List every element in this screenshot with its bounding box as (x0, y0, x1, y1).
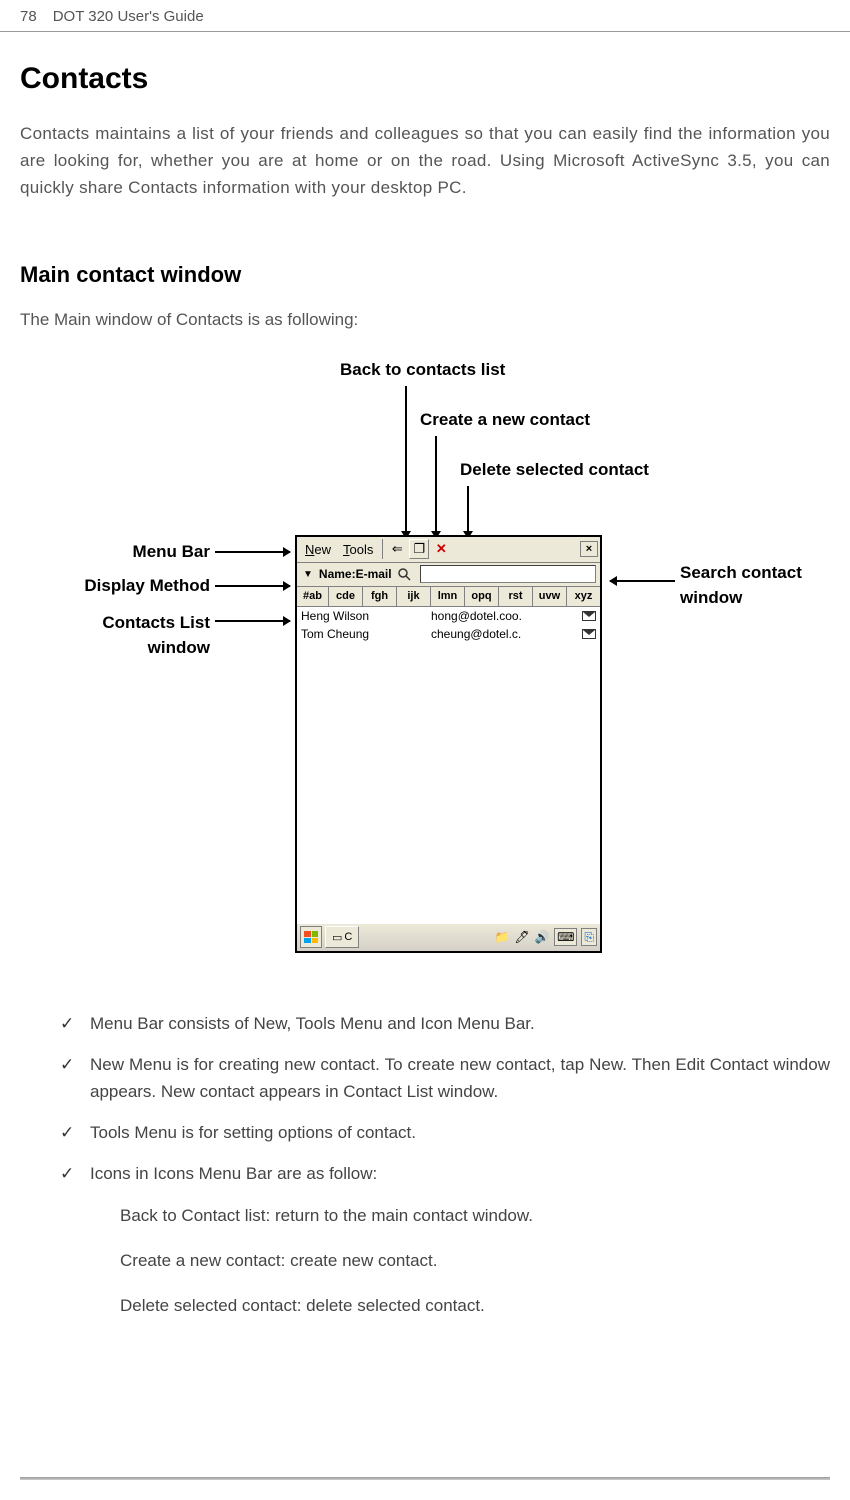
callout-display-method: Display Method (25, 576, 210, 596)
display-method-row: ▼ Name:E-mail (297, 563, 600, 587)
menu-bar: New Tools ⇐ ❐ ✕ × (297, 537, 600, 563)
section-title: Contacts (20, 62, 830, 96)
search-input[interactable] (420, 565, 596, 583)
contact-name: Heng Wilson (301, 609, 431, 623)
menu-new[interactable]: New (299, 540, 337, 559)
callout-search-window: Search contact window (680, 560, 840, 611)
display-method-label[interactable]: Name:E-mail (319, 567, 392, 581)
page-content: Contacts Contacts maintains a list of yo… (0, 32, 850, 1357)
contact-row[interactable]: Heng Wilson hong@dotel.coo. (297, 607, 600, 625)
contacts-list-window: Heng Wilson hong@dotel.coo. Tom Cheung c… (297, 607, 600, 923)
dropdown-arrow-icon[interactable]: ▼ (301, 569, 315, 580)
feature-list: Menu Bar consists of New, Tools Menu and… (20, 1010, 830, 1320)
start-button[interactable] (300, 926, 322, 948)
alpha-tab[interactable]: xyz (567, 587, 600, 606)
taskbar: ▭ C 📁 🖊 🔊 ⌨ ⎘ (297, 923, 600, 951)
app-icon: ▭ (332, 931, 342, 944)
arrow-search-window (610, 580, 675, 582)
arrow-delete-selected (467, 486, 469, 538)
sub-item: Back to Contact list: return to the main… (120, 1202, 830, 1229)
list-item: Tools Menu is for setting options of con… (60, 1119, 830, 1146)
taskbar-app-button[interactable]: ▭ C (325, 926, 359, 948)
alpha-tab[interactable]: #ab (297, 587, 329, 606)
section-intro: Contacts maintains a list of your friend… (20, 120, 830, 202)
alpha-tab[interactable]: ijk (397, 587, 431, 606)
contact-email: hong@dotel.coo. (431, 609, 582, 623)
contact-row[interactable]: Tom Cheung cheung@dotel.c. (297, 625, 600, 643)
footer-rule (20, 1477, 830, 1480)
mail-icon (582, 629, 596, 639)
taskbar-app-label: C (344, 931, 352, 943)
alpha-index-row: #ab cde fgh ijk lmn opq rst uvw xyz (297, 587, 600, 607)
close-button[interactable]: × (580, 541, 598, 557)
alpha-tab[interactable]: rst (499, 587, 533, 606)
arrow-create-new (435, 436, 437, 538)
guide-title: DOT 320 User's Guide (53, 8, 204, 25)
diagram: Back to contacts list Create a new conta… (20, 360, 830, 980)
tray-icon[interactable]: 📁 (494, 929, 510, 945)
alpha-tab[interactable]: cde (329, 587, 363, 606)
subsection-title: Main contact window (20, 262, 830, 288)
contact-name: Tom Cheung (301, 627, 431, 641)
sub-list: Back to Contact list: return to the main… (120, 1202, 830, 1320)
arrow-contacts-list (215, 620, 290, 622)
toolbar-separator (382, 539, 383, 559)
sub-item: Delete selected contact: delete selected… (120, 1292, 830, 1319)
search-icon[interactable] (396, 566, 412, 582)
contact-email: cheung@dotel.c. (431, 627, 582, 641)
list-item: Menu Bar consists of New, Tools Menu and… (60, 1010, 830, 1037)
alpha-tab[interactable]: opq (465, 587, 499, 606)
alpha-tab[interactable]: lmn (431, 587, 465, 606)
callout-create-new: Create a new contact (420, 410, 590, 430)
page-number: 78 (20, 8, 37, 25)
alpha-tab[interactable]: fgh (363, 587, 397, 606)
contacts-app-window: New Tools ⇐ ❐ ✕ × ▼ Name:E-mail #ab cde … (295, 535, 602, 953)
list-item-text: Icons in Icons Menu Bar are as follow: (90, 1164, 377, 1183)
delete-contact-button[interactable]: ✕ (431, 539, 451, 559)
callout-menu-bar: Menu Bar (80, 542, 210, 562)
tray-icon[interactable]: 🖊 (514, 929, 530, 945)
sub-item: Create a new contact: create new contact… (120, 1247, 830, 1274)
list-item: Icons in Icons Menu Bar are as follow: B… (60, 1160, 830, 1319)
callout-delete-selected: Delete selected contact (460, 460, 649, 480)
windows-flag-icon (304, 931, 318, 943)
page-header: 78 DOT 320 User's Guide (0, 0, 850, 32)
callout-contacts-list-window: Contacts List window (50, 610, 210, 661)
keyboard-icon[interactable]: ⌨ (554, 928, 577, 946)
callout-back-to-list: Back to contacts list (340, 360, 505, 380)
back-button[interactable]: ⇐ (387, 539, 407, 559)
arrow-display-method (215, 585, 290, 587)
subsection-intro: The Main window of Contacts is as follow… (20, 310, 830, 330)
arrow-menu-bar (215, 551, 290, 553)
alpha-tab[interactable]: uvw (533, 587, 567, 606)
menu-tools[interactable]: Tools (337, 540, 379, 559)
list-item: New Menu is for creating new contact. To… (60, 1051, 830, 1105)
system-tray: 📁 🖊 🔊 ⌨ ⎘ (494, 928, 597, 946)
tray-icon[interactable]: 🔊 (534, 929, 550, 945)
arrow-back-to-list (405, 386, 407, 538)
new-contact-button[interactable]: ❐ (409, 539, 429, 559)
desktop-show-icon[interactable]: ⎘ (581, 928, 597, 946)
mail-icon (582, 611, 596, 621)
